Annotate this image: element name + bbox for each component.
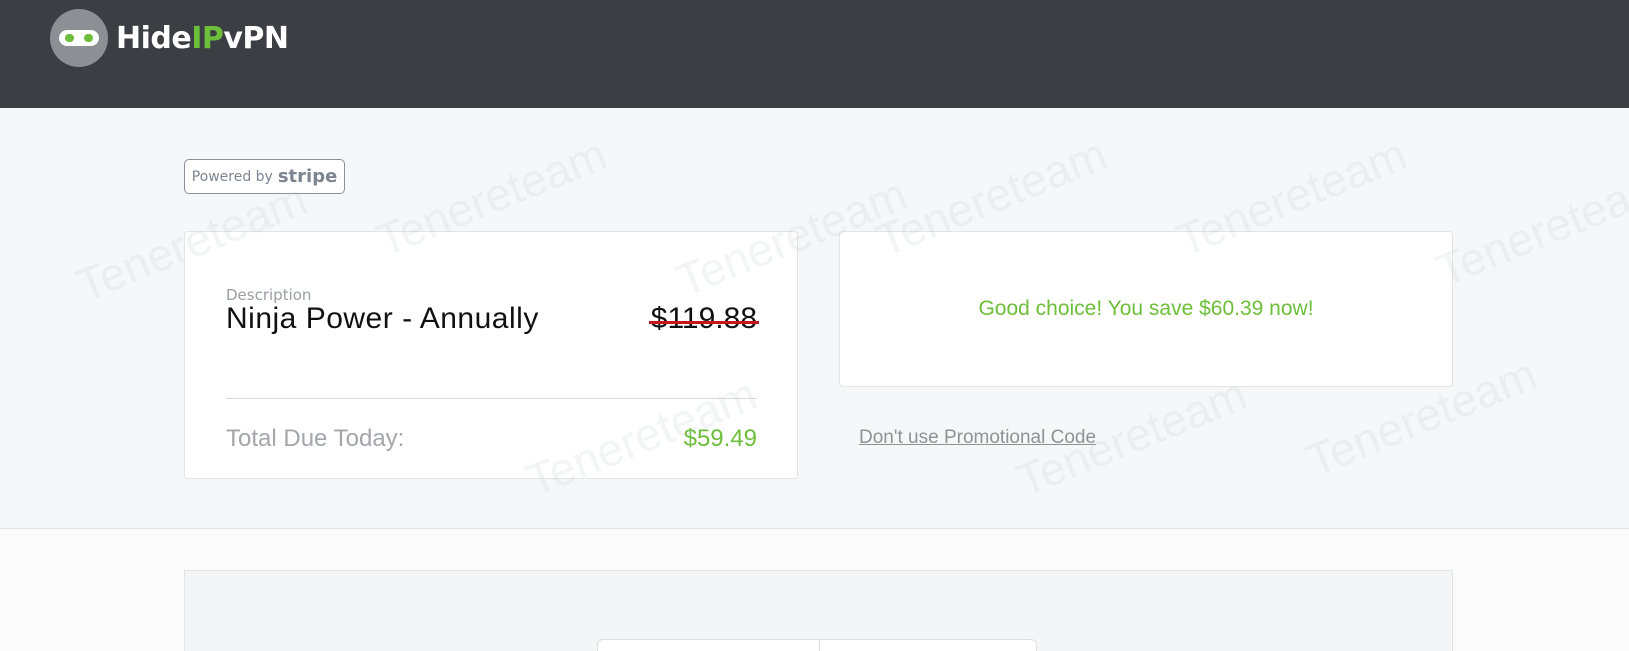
logo[interactable]: HideIPvPN (50, 9, 289, 67)
ninja-mask-icon (50, 9, 108, 67)
watermark-text: Tenereteam (1429, 157, 1629, 297)
original-price: $119.88 (648, 302, 760, 335)
divider (226, 398, 757, 399)
stripe-wordmark: stripe (277, 166, 338, 187)
savings-message: Good choice! You save $60.39 now! (978, 297, 1314, 320)
logo-text: HideIPvPN (116, 20, 289, 56)
payment-method-tabs[interactable] (597, 639, 1037, 651)
product-name: Ninja Power - Annually (226, 302, 539, 335)
order-summary-card: Description Ninja Power - Annually $119.… (184, 231, 798, 479)
total-due-value: $59.49 (683, 425, 757, 452)
top-bar: HideIPvPN (0, 0, 1629, 108)
total-due-label: Total Due Today: (226, 425, 405, 452)
powered-by-stripe-badge[interactable]: Powered by stripe (184, 159, 345, 194)
remove-promo-code-link[interactable]: Don't use Promotional Code (859, 427, 1096, 449)
promo-savings-card: Good choice! You save $60.39 now! (839, 231, 1453, 387)
powered-by-label: Powered by (191, 168, 273, 185)
